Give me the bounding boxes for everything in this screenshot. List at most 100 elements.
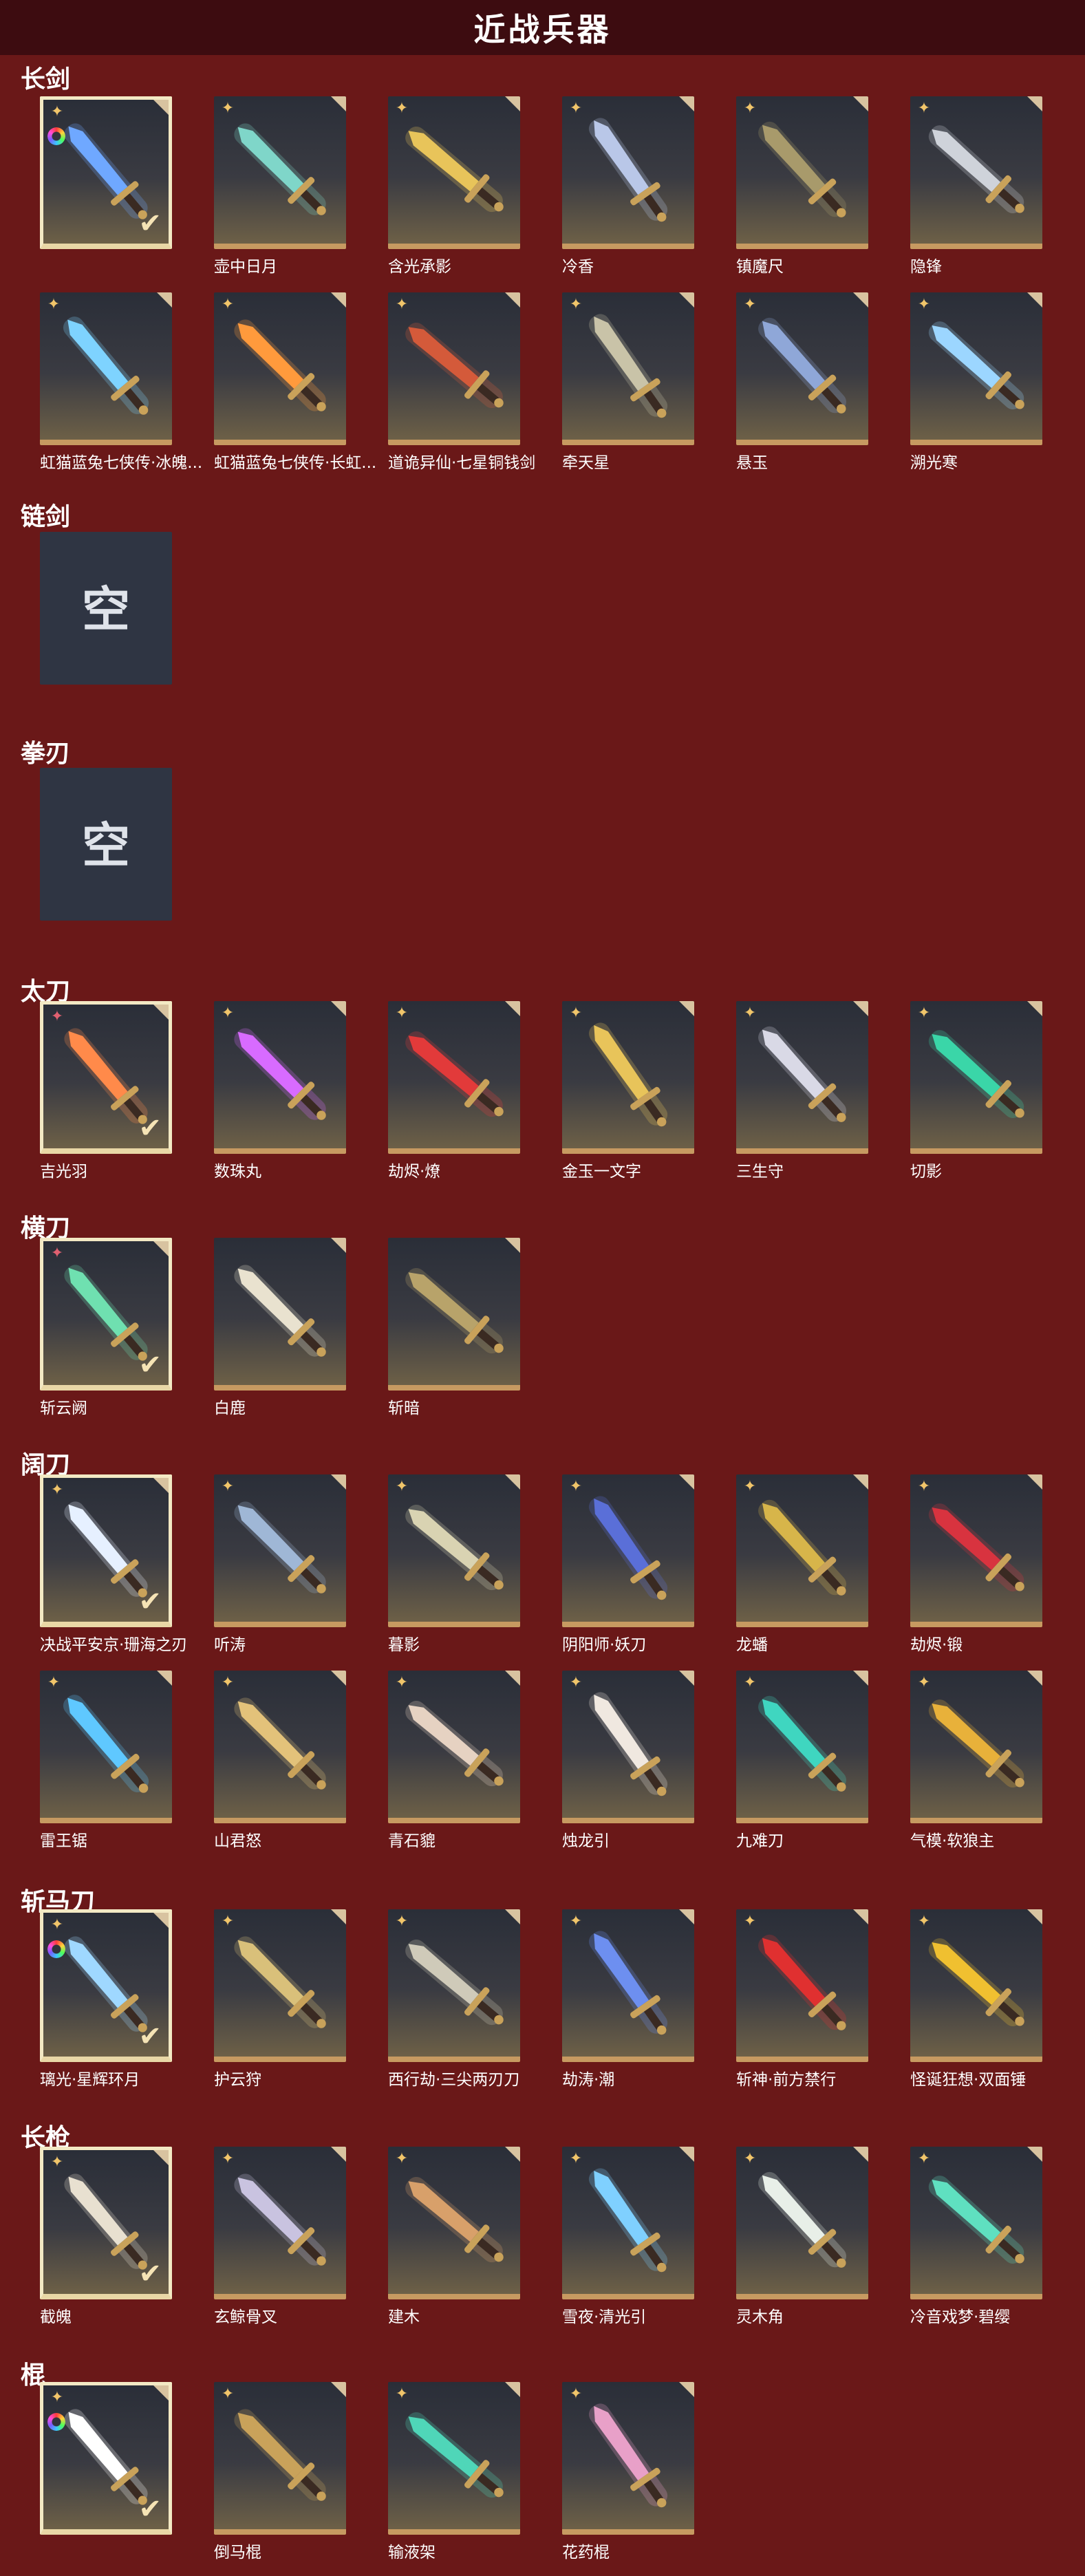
weapon-card[interactable]: ✦	[910, 1671, 1042, 1823]
sparkle-icon: ✦	[743, 1005, 757, 1022]
weapon-card[interactable]: ✦	[388, 292, 520, 445]
weapon-art	[234, 1265, 326, 1357]
weapon-art	[928, 2176, 1024, 2264]
weapon-art	[758, 1026, 846, 1122]
sparkle-icon: ✦	[395, 1674, 409, 1691]
weapon-card[interactable]: ✦	[910, 1474, 1042, 1627]
weapon-card[interactable]: ✦	[910, 96, 1042, 249]
weapon-card[interactable]: ✦ ✔	[40, 96, 172, 249]
weapon-card[interactable]: ✦	[562, 1001, 694, 1154]
weapon-card[interactable]: ✦	[736, 2147, 868, 2299]
sparkle-icon: ✦	[569, 1674, 583, 1691]
sparkle-icon: ✦	[743, 1674, 757, 1691]
weapon-name: 山君怒	[214, 1832, 261, 1850]
weapon-card[interactable]: ✦	[214, 1909, 346, 2062]
weapon-name: 白鹿	[214, 1399, 246, 1417]
weapon-card[interactable]: ✦	[736, 1001, 868, 1154]
weapon-card[interactable]: ✦	[562, 1909, 694, 2062]
weapon-art	[405, 1267, 504, 1354]
weapon-card[interactable]: ✦	[214, 1671, 346, 1823]
weapon-card[interactable]: ✦	[736, 292, 868, 445]
weapon-card[interactable]: ✦	[910, 1909, 1042, 2062]
sparkle-icon: ✦	[221, 296, 235, 313]
weapon-card[interactable]	[214, 1238, 346, 1391]
weapon-name: 玄鲸骨叉	[214, 2308, 277, 2326]
weapon-art	[588, 1496, 668, 1600]
weapon-card[interactable]: ✦	[214, 292, 346, 445]
sparkle-icon: ✦	[569, 296, 583, 313]
weapon-card[interactable]: ✦	[388, 2382, 520, 2535]
rainbow-ring-icon	[47, 127, 65, 145]
weapon-art	[63, 316, 149, 415]
sparkle-icon: ✦	[569, 1005, 583, 1022]
weapon-card[interactable]: ✦	[388, 96, 520, 249]
corner-tab-icon	[153, 1478, 169, 1493]
corner-tab-icon	[505, 1671, 520, 1686]
weapon-card[interactable]: ✦	[388, 2147, 520, 2299]
weapon-card[interactable]: ✦	[736, 1671, 868, 1823]
weapon-name: 截魄	[40, 2308, 72, 2326]
weapon-card[interactable]: ✦	[562, 1671, 694, 1823]
corner-tab-icon	[505, 1909, 520, 1924]
sparkle-icon: ✦	[917, 2150, 931, 2167]
weapon-art	[928, 1503, 1024, 1591]
sparkle-icon: ✦	[47, 296, 61, 313]
weapon-card[interactable]: ✦	[910, 1001, 1042, 1154]
sparkle-icon: ✦	[221, 1913, 235, 1930]
weapon-art	[405, 1700, 504, 1787]
weapon-card[interactable]: ✦	[562, 96, 694, 249]
weapon-name: 切影	[910, 1163, 942, 1181]
weapon-name: 三生守	[736, 1163, 784, 1181]
corner-tab-icon	[331, 2382, 346, 2397]
weapon-card[interactable]: ✦	[736, 1909, 868, 2062]
sparkle-icon: ✦	[395, 100, 409, 117]
weapon-card[interactable]: ✦ ✔	[40, 1474, 172, 1627]
weapon-card[interactable]: ✦ ✔	[40, 1909, 172, 2062]
weapon-card[interactable]: ✦	[214, 2147, 346, 2299]
weapon-card[interactable]: ✦	[214, 2382, 346, 2535]
weapon-card[interactable]: ✦	[214, 1001, 346, 1154]
weapon-card[interactable]: ✦	[388, 1671, 520, 1823]
weapon-card[interactable]: ✦ ✔	[40, 2382, 172, 2535]
weapon-art	[234, 1936, 326, 2028]
category-title: 拳刃	[21, 740, 71, 768]
weapon-card[interactable]: ✦ ✔	[40, 1001, 172, 1154]
weapon-card[interactable]: ✦ ✔	[40, 1238, 172, 1391]
weapon-card[interactable]: ✦	[910, 292, 1042, 445]
weapon-name: 数珠丸	[214, 1163, 261, 1181]
weapon-card[interactable]: ✦	[214, 1474, 346, 1627]
corner-tab-icon	[1027, 1909, 1042, 1924]
weapon-card[interactable]: ✦	[40, 292, 172, 445]
rainbow-ring-icon	[47, 1940, 65, 1958]
weapon-card[interactable]: ✦	[736, 1474, 868, 1627]
corner-tab-icon	[679, 1671, 694, 1686]
weapon-card[interactable]: ✦	[562, 1474, 694, 1627]
weapon-art	[234, 1697, 326, 1790]
weapon-art	[928, 321, 1024, 409]
sparkle-icon: ✦	[50, 103, 64, 120]
weapon-card[interactable]: ✦	[910, 2147, 1042, 2299]
sparkle-icon: ✦	[743, 296, 757, 313]
weapon-card[interactable]: ✦	[562, 292, 694, 445]
weapon-name: 壶中日月	[214, 258, 277, 276]
weapon-card[interactable]: ✦	[562, 2147, 694, 2299]
corner-tab-icon	[853, 96, 868, 111]
corner-tab-icon	[1027, 1001, 1042, 1016]
sparkle-icon: ✦	[395, 2385, 409, 2403]
weapon-card[interactable]: ✦	[40, 1671, 172, 1823]
weapon-card[interactable]	[388, 1238, 520, 1391]
weapon-card[interactable]: ✦	[736, 96, 868, 249]
weapon-name: 阴阳师·妖刀	[562, 1636, 647, 1654]
empty-slot-label: 空	[82, 581, 130, 638]
empty-slot[interactable]: 空	[40, 532, 172, 685]
weapon-card[interactable]: ✦	[388, 1474, 520, 1627]
corner-tab-icon	[853, 2147, 868, 2162]
weapon-card[interactable]: ✦	[388, 1001, 520, 1154]
weapon-name: 气模·软狼主	[910, 1832, 995, 1850]
weapon-card[interactable]: ✦ ✔	[40, 2147, 172, 2299]
empty-slot[interactable]: 空	[40, 768, 172, 921]
weapon-card[interactable]: ✦	[388, 1909, 520, 2062]
weapon-card[interactable]: ✦	[562, 2382, 694, 2535]
weapon-card[interactable]: ✦	[214, 96, 346, 249]
weapon-name: 决战平安京·珊海之刃	[40, 1636, 188, 1654]
